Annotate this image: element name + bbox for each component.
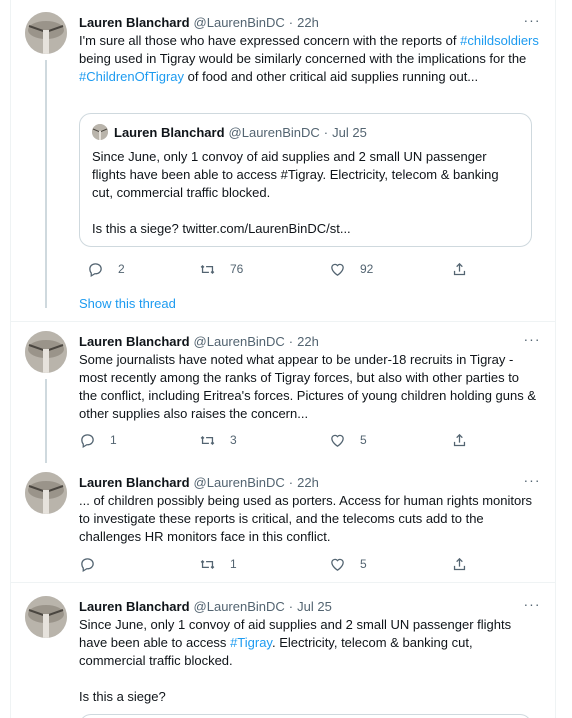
avatar[interactable] [25, 331, 67, 373]
like-button[interactable]: 5 [329, 554, 367, 574]
tweet[interactable]: Lauren Blanchard @LaurenBinDC · 22h ··· … [11, 12, 556, 312]
like-button[interactable]: 5 [329, 430, 367, 450]
tweet-text: Since June, only 1 convoy of aid supplie… [79, 616, 540, 706]
tweet-actions: 1 5 [79, 554, 486, 574]
like-count: 5 [360, 433, 367, 447]
tweet-actions: 1 3 5 [79, 430, 486, 450]
timestamp[interactable]: 22h [297, 15, 319, 30]
quote-author-name: Lauren Blanchard [114, 124, 225, 140]
like-count: 92 [360, 262, 374, 276]
share-button[interactable] [451, 554, 482, 574]
reply-count: 1 [110, 433, 117, 447]
more-options-icon[interactable]: ··· [522, 329, 542, 349]
divider [11, 582, 556, 583]
quoted-tweet[interactable]: Lauren Blanchard @LaurenBinDC · Jul 25 S… [79, 113, 532, 247]
separator: · [288, 14, 294, 30]
quote-timestamp: Jul 25 [332, 124, 367, 140]
thread-line [45, 379, 47, 463]
share-icon [453, 433, 466, 446]
tweet[interactable]: Lauren Blanchard @LaurenBinDC · Jul 25 ·… [11, 596, 556, 718]
text-segment: being used in Tigray would be similarly … [79, 51, 527, 66]
heart-icon [331, 434, 344, 447]
retweet-icon [200, 559, 215, 569]
retweet-icon [200, 264, 215, 274]
tweet[interactable]: Lauren Blanchard @LaurenBinDC · 22h ··· … [11, 472, 556, 580]
author-handle[interactable]: @LaurenBinDC [194, 599, 285, 614]
timestamp[interactable]: 22h [297, 475, 319, 490]
quote-header: Lauren Blanchard @LaurenBinDC · Jul 25 [92, 124, 367, 140]
separator: · [288, 333, 294, 349]
tweet-header: Lauren Blanchard @LaurenBinDC · Jul 25 ·… [79, 596, 542, 616]
author-name[interactable]: Lauren Blanchard [79, 475, 190, 490]
separator: · [288, 598, 294, 614]
share-button[interactable] [451, 430, 482, 450]
tweet-text: ... of children possibly being used as p… [79, 493, 533, 544]
author-name[interactable]: Lauren Blanchard [79, 15, 190, 30]
tweet-header: Lauren Blanchard @LaurenBinDC · 22h ··· [79, 331, 542, 351]
text-segment: I'm sure all those who have expressed co… [79, 33, 461, 48]
reply-button[interactable] [79, 554, 110, 574]
timestamp[interactable]: 22h [297, 334, 319, 349]
reply-button[interactable]: 2 [87, 259, 125, 279]
author-name[interactable]: Lauren Blanchard [79, 599, 190, 614]
separator: · [288, 474, 294, 490]
author-name[interactable]: Lauren Blanchard [79, 334, 190, 349]
reply-button[interactable]: 1 [79, 430, 117, 450]
reply-icon [81, 557, 94, 572]
thread-line [45, 60, 47, 308]
author-handle[interactable]: @LaurenBinDC [194, 475, 285, 490]
tweet-actions: 2 76 92 [79, 259, 486, 279]
quote-avatar [92, 124, 108, 140]
thread-connector-dots [45, 287, 47, 305]
reply-icon [81, 433, 94, 448]
retweet-icon [200, 435, 215, 445]
retweet-button[interactable]: 3 [199, 430, 237, 450]
quoted-tweet-peek[interactable] [79, 714, 532, 718]
hashtag-link[interactable]: #ChildrenOfTigray [79, 69, 184, 84]
hashtag-link[interactable]: #childsoldiers [460, 33, 539, 48]
tweet-text: I'm sure all those who have expressed co… [79, 32, 540, 86]
retweet-button[interactable]: 1 [199, 554, 237, 574]
heart-icon [331, 263, 344, 276]
more-options-icon[interactable]: ··· [522, 10, 542, 30]
share-icon [453, 557, 466, 570]
like-button[interactable]: 92 [329, 259, 373, 279]
like-count: 5 [360, 557, 367, 571]
author-handle[interactable]: @LaurenBinDC [194, 334, 285, 349]
text-segment: of food and other critical aid supplies … [184, 69, 479, 84]
avatar[interactable] [25, 596, 67, 638]
more-options-icon[interactable]: ··· [522, 470, 542, 490]
retweet-button[interactable]: 76 [199, 259, 243, 279]
avatar[interactable] [25, 472, 67, 514]
separator: · [323, 124, 329, 140]
tweet-text: Some journalists have noted what appear … [79, 352, 537, 421]
reply-count: 2 [118, 262, 125, 276]
heart-icon [331, 558, 344, 571]
tweet-header: Lauren Blanchard @LaurenBinDC · 22h ··· [79, 12, 542, 32]
author-handle[interactable]: @LaurenBinDC [194, 15, 285, 30]
timestamp[interactable]: Jul 25 [297, 599, 332, 614]
tweet[interactable]: Lauren Blanchard @LaurenBinDC · 22h ··· … [11, 331, 556, 463]
retweet-count: 1 [230, 557, 237, 571]
avatar[interactable] [25, 12, 67, 54]
show-thread-link[interactable]: Show this thread [79, 296, 176, 311]
tweet-header: Lauren Blanchard @LaurenBinDC · 22h ··· [79, 472, 542, 492]
divider [11, 321, 556, 322]
retweet-count: 3 [230, 433, 237, 447]
quote-text: Since June, only 1 convoy of aid supplie… [92, 149, 499, 236]
share-icon [453, 262, 466, 275]
share-button[interactable] [451, 259, 482, 279]
more-options-icon[interactable]: ··· [522, 594, 542, 614]
reply-icon [89, 262, 102, 277]
hashtag-link[interactable]: #Tigray [230, 635, 272, 650]
quote-author-handle: @LaurenBinDC [228, 124, 320, 140]
retweet-count: 76 [230, 262, 244, 276]
timeline: Lauren Blanchard @LaurenBinDC · 22h ··· … [10, 0, 556, 718]
